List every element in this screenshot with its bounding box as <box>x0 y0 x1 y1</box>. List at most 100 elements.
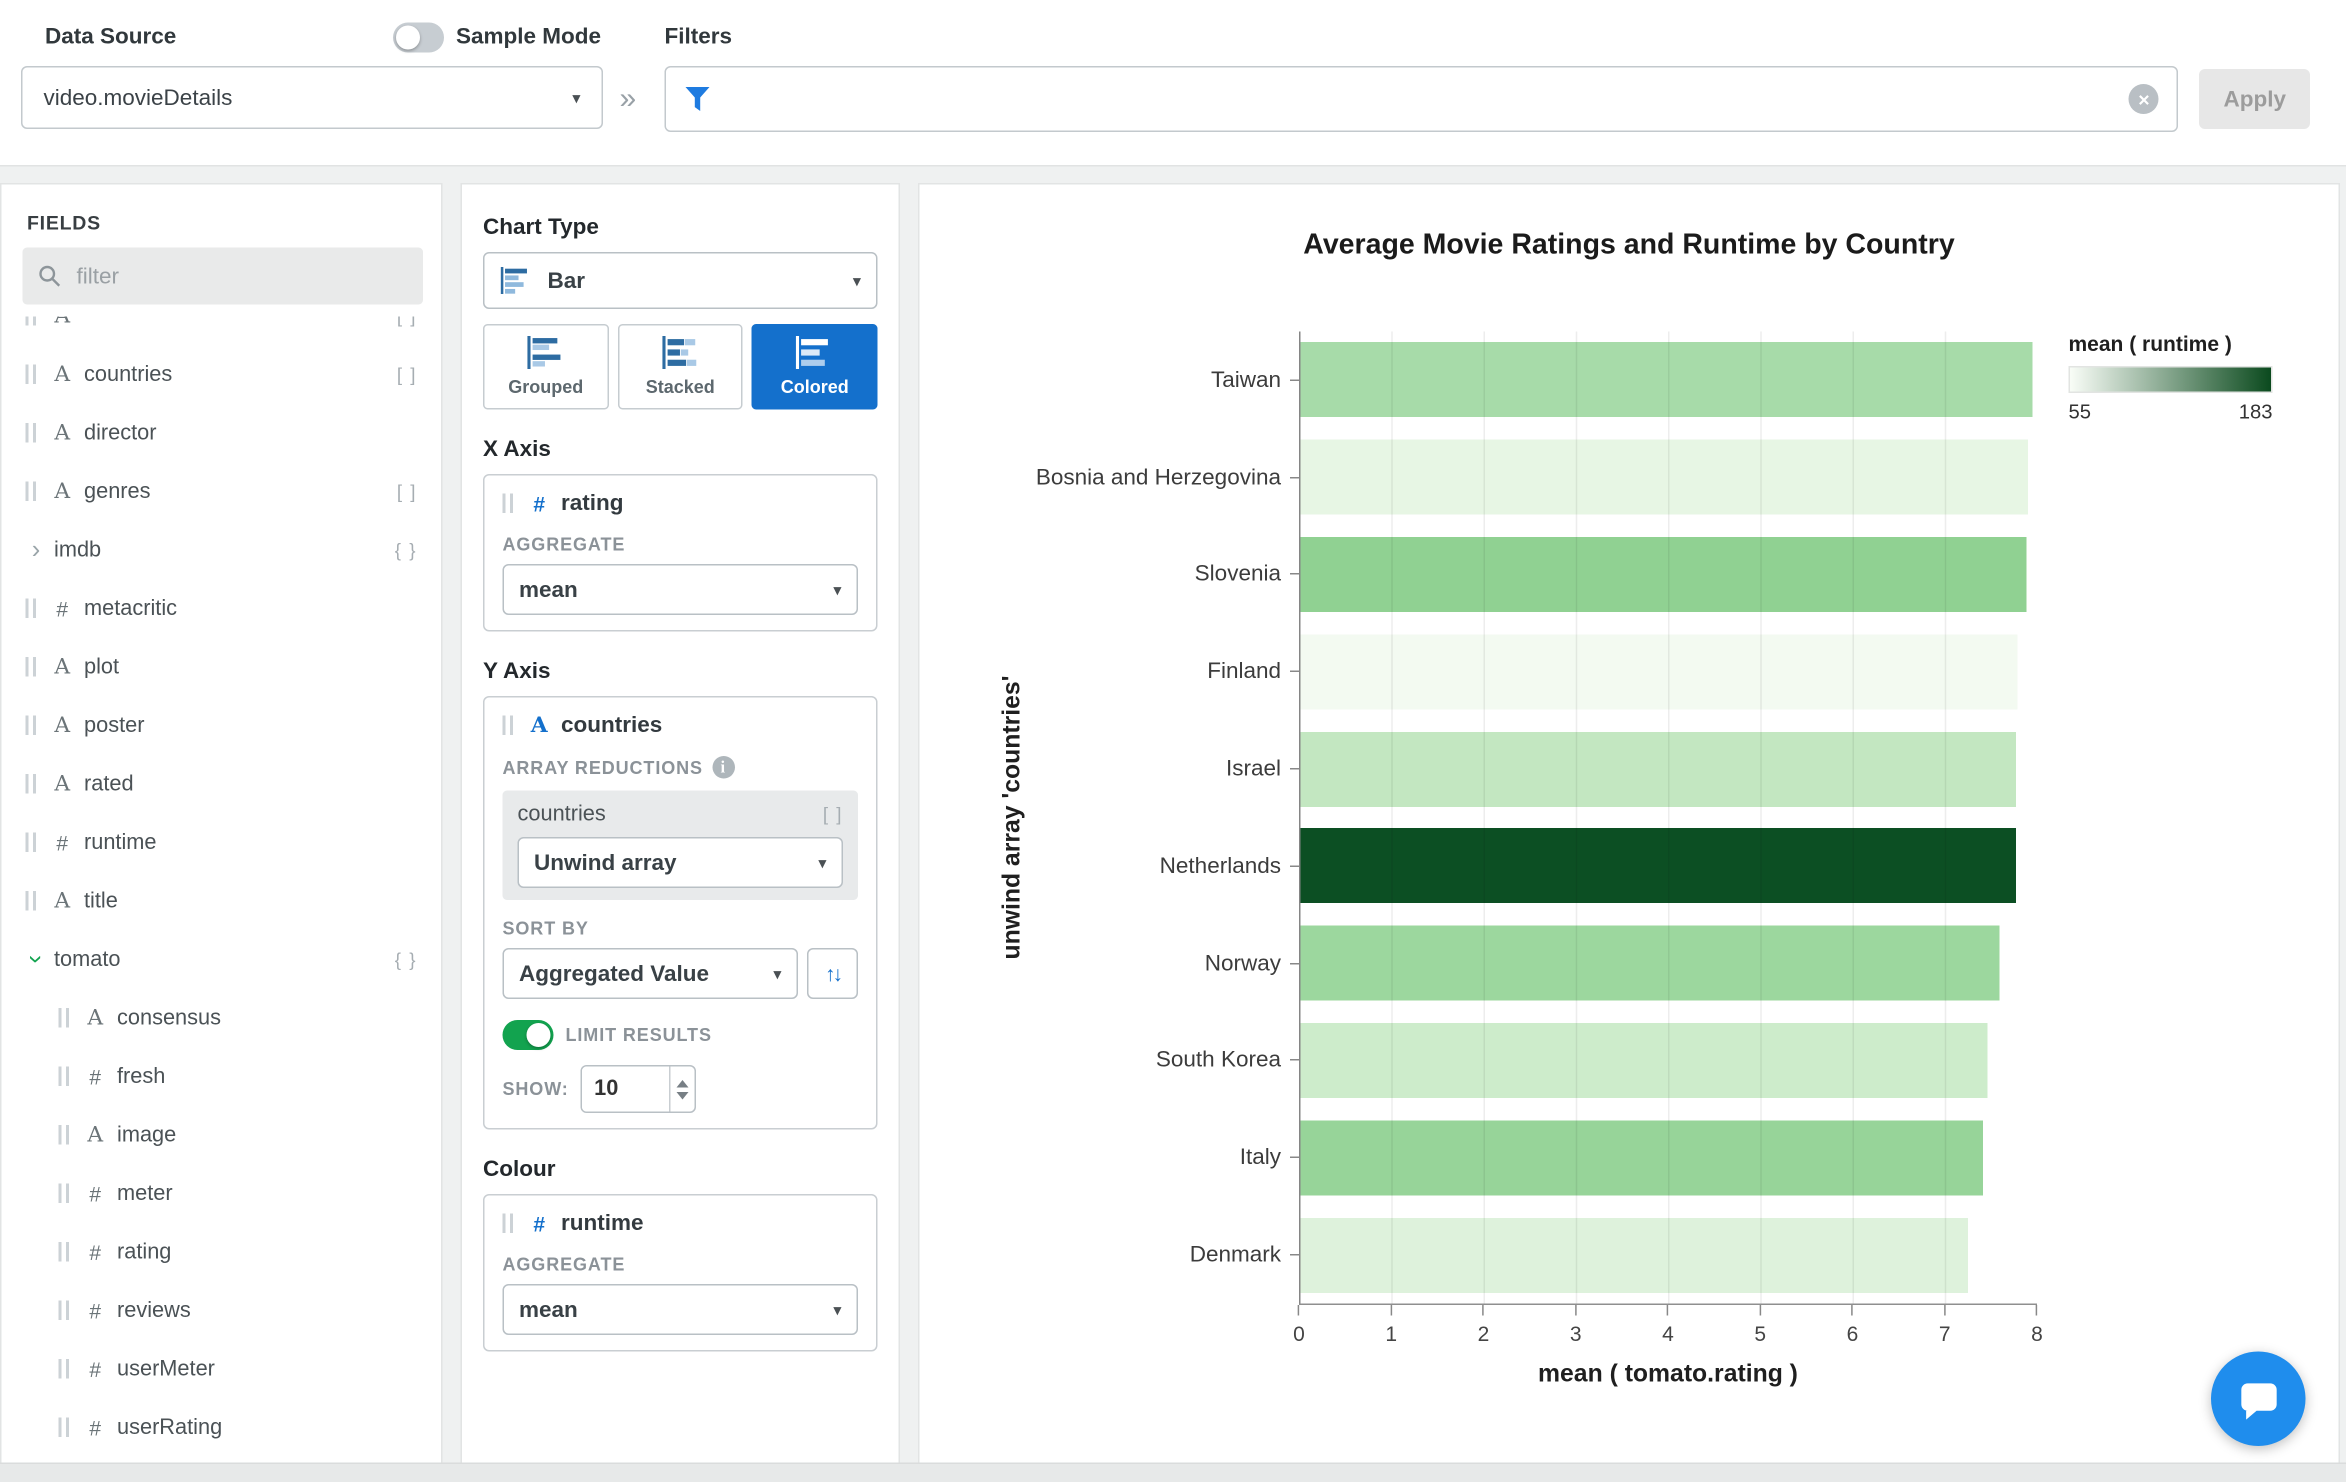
field-row-poster[interactable]: Aposter <box>2 696 442 755</box>
fields-filter-input[interactable] <box>73 261 408 291</box>
y-axis-field-name: countries <box>561 712 663 739</box>
field-name: genres <box>84 479 151 504</box>
sample-mode-toggle[interactable] <box>393 22 444 53</box>
horizontal-scrollbar[interactable] <box>0 1462 2346 1482</box>
chart-subtype-colored-button[interactable]: Colored <box>752 324 878 410</box>
array-reductions-label: ARRAY REDUCTIONS i <box>503 756 859 779</box>
field-row-reviews[interactable]: # reviews <box>2 1281 442 1340</box>
field-row-consensus[interactable]: Aconsensus <box>2 989 442 1048</box>
drag-handle-icon[interactable] <box>25 774 36 794</box>
filter-input[interactable] <box>726 84 2129 114</box>
x-tick: 0 <box>1293 1305 1305 1346</box>
limit-results-label: LIMIT RESULTS <box>565 1024 712 1046</box>
bar-italy[interactable] <box>1299 1120 1984 1196</box>
bar-track <box>1299 817 2037 914</box>
apply-button[interactable]: Apply <box>2199 69 2310 129</box>
field-name: director <box>84 420 157 445</box>
field-row-partial[interactable]: A [ ] <box>2 316 442 346</box>
field-row-userRating[interactable]: # userRating <box>2 1398 442 1457</box>
y-tick-mark <box>1290 768 1299 770</box>
chart-subtype-grouped-button[interactable]: Grouped <box>483 324 609 410</box>
x-tick-label: 6 <box>1846 1321 1859 1346</box>
drag-handle-icon[interactable] <box>58 1300 69 1320</box>
drag-handle-icon[interactable] <box>25 891 36 911</box>
clear-filter-icon[interactable]: × <box>2128 84 2159 114</box>
x-axis-aggregate-select[interactable]: mean ▾ <box>502 564 858 615</box>
chart-subtype-stacked-button[interactable]: Stacked <box>617 324 744 410</box>
drag-handle-icon[interactable] <box>58 1008 69 1028</box>
drag-handle-icon[interactable] <box>502 1213 513 1233</box>
field-row-genres[interactable]: Agenres [ ] <box>2 462 442 521</box>
drag-handle-icon[interactable] <box>58 1125 69 1145</box>
expand-chevron-icon[interactable]: › <box>26 537 47 563</box>
show-count-stepper <box>580 1065 697 1113</box>
colour-aggregate-select[interactable]: mean ▾ <box>502 1284 858 1335</box>
field-row-runtime[interactable]: # runtime <box>2 813 442 872</box>
intercom-launcher[interactable] <box>2211 1351 2306 1446</box>
field-row-tomato[interactable]: › tomato { } <box>2 930 442 989</box>
field-row-image[interactable]: Aimage <box>2 1106 442 1165</box>
field-row-plot[interactable]: Aplot <box>2 638 442 697</box>
step-down-icon[interactable] <box>676 1091 689 1099</box>
bar-slovenia[interactable] <box>1299 536 2026 612</box>
filter-input-box[interactable]: × <box>664 66 2179 132</box>
limit-results-toggle[interactable] <box>502 1020 554 1050</box>
x-tick-mark <box>1574 1305 1577 1316</box>
field-row-director[interactable]: Adirector <box>2 404 442 463</box>
drag-handle-icon[interactable] <box>25 598 36 618</box>
bar-norway[interactable] <box>1299 925 2001 1001</box>
show-count-input[interactable] <box>582 1066 670 1112</box>
field-row-userMeter[interactable]: # userMeter <box>2 1340 442 1399</box>
field-row-imdb[interactable]: › imdb { } <box>2 521 442 580</box>
sample-mode-label: Sample Mode <box>456 24 602 50</box>
bar-netherlands[interactable] <box>1299 828 2016 904</box>
drag-handle-icon[interactable] <box>58 1183 69 1203</box>
field-row-rating[interactable]: # rating <box>2 1223 442 1282</box>
bar-south-korea[interactable] <box>1299 1022 1988 1098</box>
stepper-arrows[interactable] <box>669 1066 695 1112</box>
step-up-icon[interactable] <box>676 1079 689 1087</box>
field-row-metacritic[interactable]: # metacritic <box>2 579 442 638</box>
field-row-countries[interactable]: Acountries [ ] <box>2 345 442 404</box>
bar-denmark[interactable] <box>1299 1217 1969 1293</box>
x-axis-field[interactable]: # rating <box>502 491 859 516</box>
drag-handle-icon[interactable] <box>25 364 36 384</box>
drag-handle-icon[interactable] <box>25 832 36 852</box>
sort-direction-button[interactable]: ↑↓ <box>807 948 858 999</box>
field-row-meter[interactable]: # meter <box>2 1164 442 1223</box>
drag-handle-icon[interactable] <box>25 423 36 443</box>
bar-bosnia-and-herzegovina[interactable] <box>1299 439 2028 515</box>
data-source-select[interactable]: video.movieDetails ▾ <box>21 66 603 129</box>
fields-search-box[interactable] <box>22 247 423 305</box>
drag-handle-icon[interactable] <box>58 1242 69 1262</box>
string-field-icon: A <box>87 1122 104 1147</box>
drag-handle-icon[interactable] <box>25 481 36 501</box>
field-row-fresh[interactable]: # fresh <box>2 1047 442 1106</box>
chart-row: Norway <box>920 915 2038 1012</box>
sort-by-label: SORT BY <box>502 918 589 939</box>
field-row-rated[interactable]: Arated <box>2 755 442 814</box>
drag-handle-icon[interactable] <box>58 1066 69 1086</box>
drag-handle-icon[interactable] <box>58 1417 69 1437</box>
drag-handle-icon[interactable] <box>502 715 513 735</box>
bar-taiwan[interactable] <box>1299 342 2033 418</box>
drag-handle-icon[interactable] <box>25 657 36 677</box>
drag-handle-icon[interactable] <box>58 1359 69 1379</box>
drag-handle-icon[interactable] <box>25 316 36 326</box>
legend-max: 183 <box>2238 400 2273 424</box>
y-axis-field[interactable]: A countries <box>502 712 859 739</box>
bar-israel[interactable] <box>1299 731 2017 807</box>
array-reduction-select[interactable]: Unwind array ▾ <box>517 837 843 888</box>
field-row-title[interactable]: Atitle <box>2 872 442 931</box>
bar-finland[interactable] <box>1299 634 2018 710</box>
collapse-chevron-icon[interactable]: › <box>22 949 51 970</box>
drag-handle-icon[interactable] <box>25 715 36 735</box>
x-tick-label: 4 <box>1662 1321 1674 1346</box>
chart-type-select[interactable]: Bar ▾ <box>483 252 878 309</box>
info-icon[interactable]: i <box>711 756 735 779</box>
drag-handle-icon[interactable] <box>502 493 513 513</box>
y-tick-mark <box>1290 962 1299 965</box>
colour-field[interactable]: # runtime <box>502 1211 859 1236</box>
sort-by-select[interactable]: Aggregated Value ▾ <box>502 948 798 999</box>
bar-track <box>1299 332 2037 429</box>
